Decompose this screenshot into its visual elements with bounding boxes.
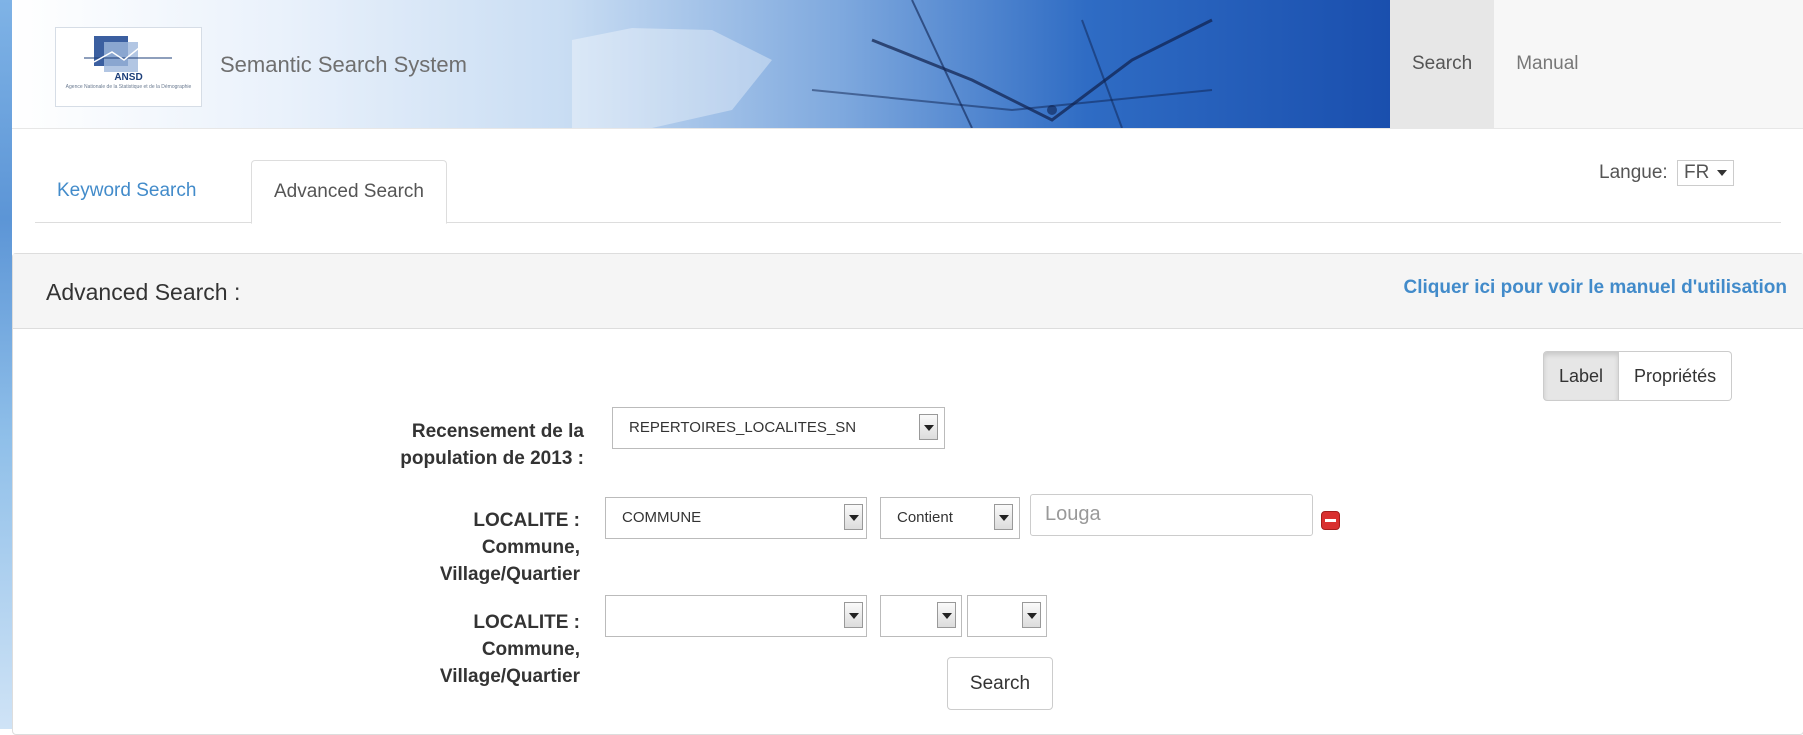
- property-select-2[interactable]: [605, 595, 867, 637]
- chevron-down-icon: [844, 602, 863, 628]
- criteria-label-2-line2: Commune,: [481, 639, 580, 660]
- dataset-label-line2: population de 2013 :: [400, 448, 584, 469]
- criteria-label-1-line2: Commune,: [481, 537, 580, 558]
- logo-subtext: Agence Nationale de la Statistique et de…: [65, 84, 192, 90]
- criteria-label-1: LOCALITE : Commune, Village/Quartier: [300, 507, 580, 588]
- remove-criteria-icon[interactable]: [1321, 511, 1340, 530]
- left-edge-decoration: [0, 0, 12, 729]
- criteria-label-1-line3: Village/Quartier: [439, 564, 580, 585]
- language-value: FR: [1683, 162, 1710, 183]
- chevron-down-icon: [919, 414, 938, 440]
- banner-graphic: [572, 0, 1213, 128]
- view-toggle: Label Propriétés: [1543, 351, 1733, 401]
- language-dropdown[interactable]: FR: [1676, 160, 1735, 186]
- language-selector: Langue: FR: [1599, 160, 1735, 186]
- toggle-properties-button[interactable]: Propriétés: [1619, 351, 1733, 401]
- ansd-logo[interactable]: ANSD Agence Nationale de la Statistique …: [55, 27, 202, 107]
- operator-select-1-value: Contient: [897, 509, 953, 526]
- site-header: ANSD Agence Nationale de la Statistique …: [12, 0, 1803, 129]
- dataset-select[interactable]: REPERTOIRES_LOCALITES_SN: [612, 407, 945, 449]
- nav-manual[interactable]: Manual: [1494, 0, 1600, 128]
- language-label: Langue:: [1599, 162, 1668, 183]
- tab-keyword-search[interactable]: Keyword Search: [35, 160, 218, 222]
- manual-link[interactable]: Cliquer ici pour voir le manuel d'utilis…: [1403, 277, 1787, 299]
- dataset-label-line1: Recensement de la: [411, 421, 584, 442]
- operator-select-1[interactable]: Contient: [880, 497, 1020, 539]
- criteria-label-2: LOCALITE : Commune, Village/Quartier: [300, 609, 580, 690]
- caret-down-icon: [1717, 169, 1728, 176]
- nav-search[interactable]: Search: [1390, 0, 1495, 128]
- advanced-search-panel: Advanced Search : Cliquer ici pour voir …: [12, 253, 1803, 735]
- dataset-select-value: REPERTOIRES_LOCALITES_SN: [629, 419, 857, 436]
- value-input-1[interactable]: Louga: [1030, 494, 1313, 536]
- brand-title[interactable]: Semantic Search System: [220, 52, 467, 78]
- criteria-label-2-line1: LOCALITE :: [473, 612, 580, 633]
- criteria-label-1-line1: LOCALITE :: [473, 510, 580, 531]
- tab-advanced-search[interactable]: Advanced Search: [251, 160, 447, 224]
- criteria-label-2-line3: Village/Quartier: [439, 666, 580, 687]
- panel-heading: Advanced Search : Cliquer ici pour voir …: [13, 254, 1803, 329]
- panel-title: Advanced Search :: [46, 279, 241, 305]
- extra-select-2[interactable]: [967, 595, 1047, 637]
- property-select-1[interactable]: COMMUNE: [605, 497, 867, 539]
- chevron-down-icon: [994, 504, 1013, 530]
- logo-text: ANSD: [114, 72, 143, 83]
- search-tabs: Keyword Search Advanced Search: [35, 160, 1781, 224]
- operator-select-2[interactable]: [880, 595, 962, 637]
- property-select-1-value: COMMUNE: [622, 509, 702, 526]
- chevron-down-icon: [844, 504, 863, 530]
- dataset-label: Recensement de la population de 2013 :: [300, 418, 584, 472]
- top-nav: Search Manual: [1390, 0, 1601, 128]
- toggle-label-button[interactable]: Label: [1543, 351, 1620, 401]
- chevron-down-icon: [1022, 602, 1041, 628]
- header-banner: ANSD Agence Nationale de la Statistique …: [12, 0, 1390, 128]
- chevron-down-icon: [937, 602, 956, 628]
- logo-chart-icon: [84, 36, 172, 72]
- search-button[interactable]: Search: [947, 657, 1053, 710]
